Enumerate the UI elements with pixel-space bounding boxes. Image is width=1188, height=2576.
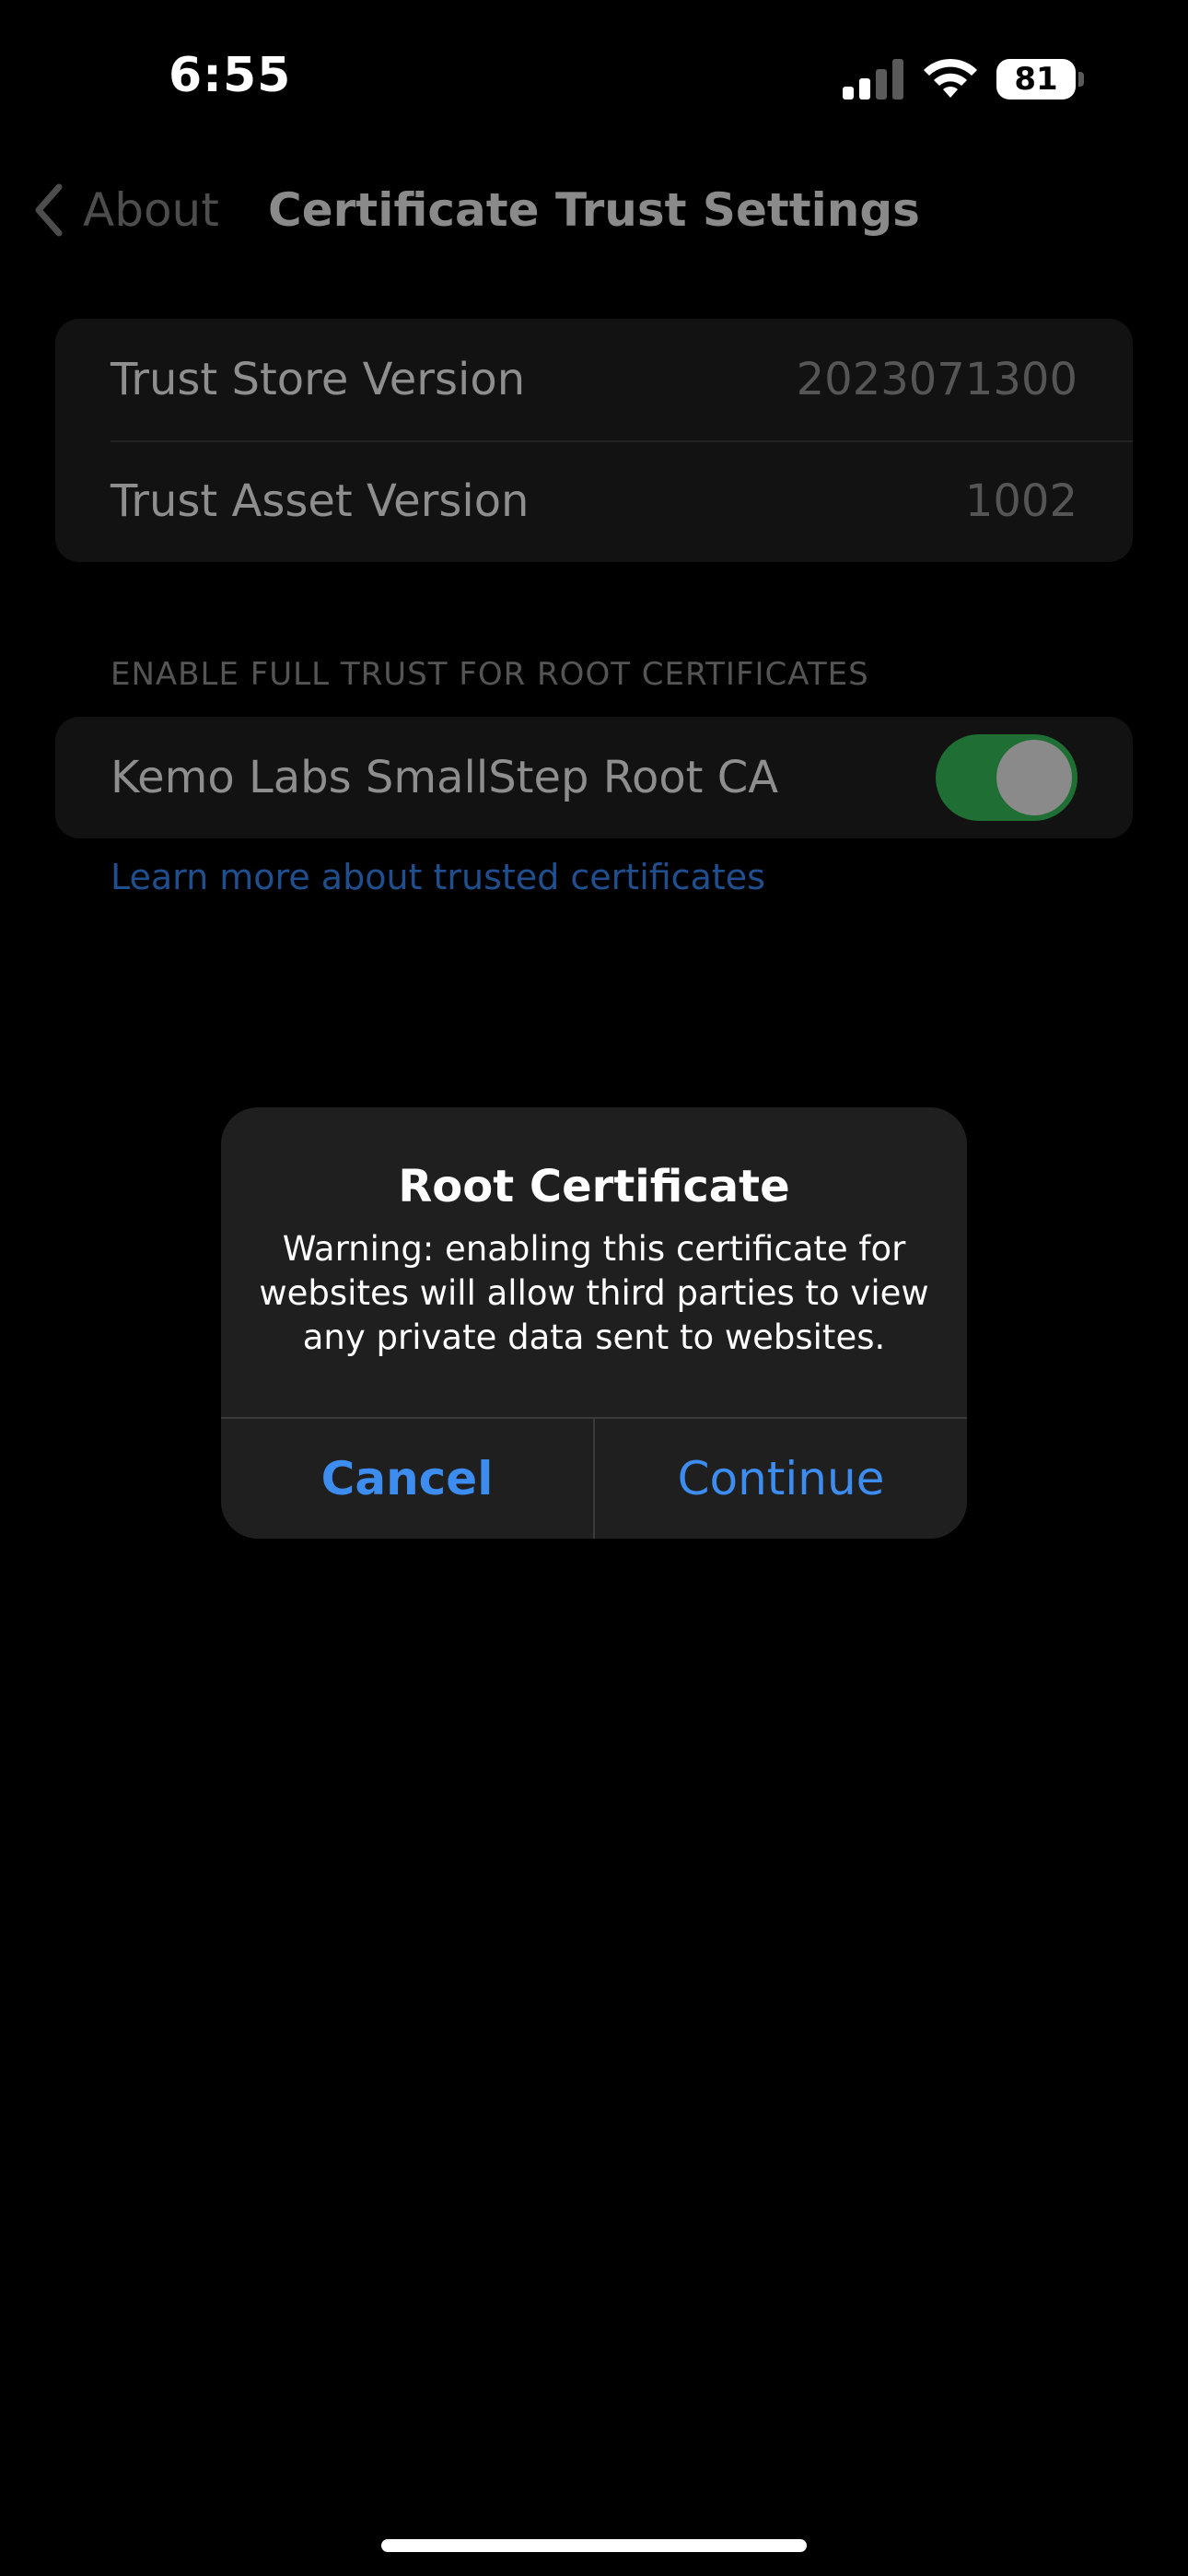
learn-more-link[interactable]: Learn more about trusted certificates xyxy=(111,857,765,897)
signal-icon xyxy=(843,59,903,100)
navigation-bar: Certificate Trust Settings About xyxy=(0,157,1188,263)
wifi-icon xyxy=(924,58,977,98)
alert-message: Warning: enabling this certificate for w… xyxy=(259,1229,929,1357)
version-group: Trust Store Version 2023071300 Trust Ass… xyxy=(55,319,1133,562)
certificate-group: Kemo Labs SmallStep Root CA xyxy=(55,717,1133,838)
trust-store-version-value: 2023071300 xyxy=(796,354,1077,405)
trust-asset-version-value: 1002 xyxy=(964,475,1077,527)
home-indicator[interactable] xyxy=(381,2539,807,2552)
back-label: About xyxy=(83,183,219,237)
trust-asset-version-label: Trust Asset Version xyxy=(111,475,530,527)
continue-button[interactable]: Continue xyxy=(595,1419,967,1539)
status-bar: 6:55 81 xyxy=(0,0,1188,157)
chevron-left-icon xyxy=(35,183,63,237)
cancel-button[interactable]: Cancel xyxy=(221,1419,593,1539)
certificate-name: Kemo Labs SmallStep Root CA xyxy=(111,752,779,803)
trust-store-version-row: Trust Store Version 2023071300 xyxy=(55,319,1133,440)
toggle-knob xyxy=(996,740,1072,815)
root-certificate-alert: Root Certificate Warning: enabling this … xyxy=(221,1107,967,1539)
back-button[interactable]: About xyxy=(33,175,219,245)
alert-title: Root Certificate xyxy=(398,1161,790,1212)
battery-level: 81 xyxy=(996,59,1076,100)
status-time: 6:55 xyxy=(169,48,292,103)
screen: 6:55 81 Certificate Trust Settings About xyxy=(0,0,1188,2576)
certificate-row: Kemo Labs SmallStep Root CA xyxy=(55,717,1133,838)
battery-icon: 81 xyxy=(996,59,1085,100)
trust-asset-version-row: Trust Asset Version 1002 xyxy=(55,440,1133,562)
certificate-trust-toggle[interactable] xyxy=(936,734,1077,821)
battery-nub xyxy=(1078,72,1084,87)
trust-store-version-label: Trust Store Version xyxy=(111,354,526,405)
section-header: ENABLE FULL TRUST FOR ROOT CERTIFICATES xyxy=(111,656,869,693)
